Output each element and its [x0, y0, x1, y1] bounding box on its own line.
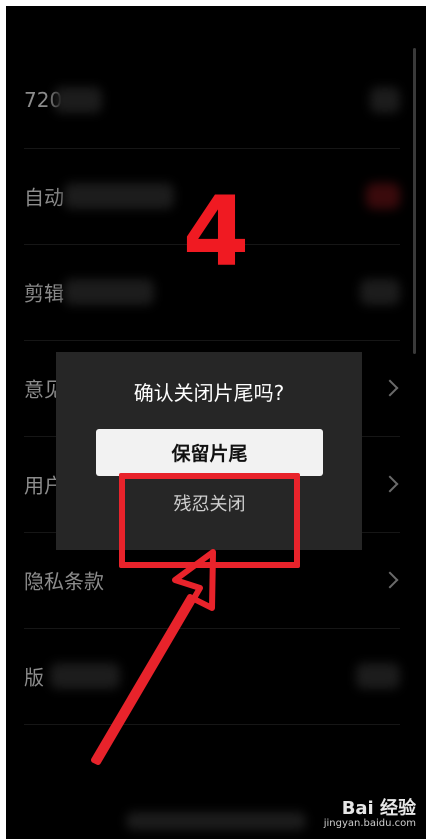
watermark: Bai 经验 jingyan.baidu.com	[306, 794, 416, 834]
watermark-logo: Bai 经验	[341, 798, 416, 819]
annotation-arrow-icon	[91, 549, 216, 765]
watermark-url: jingyan.baidu.com	[323, 818, 416, 829]
